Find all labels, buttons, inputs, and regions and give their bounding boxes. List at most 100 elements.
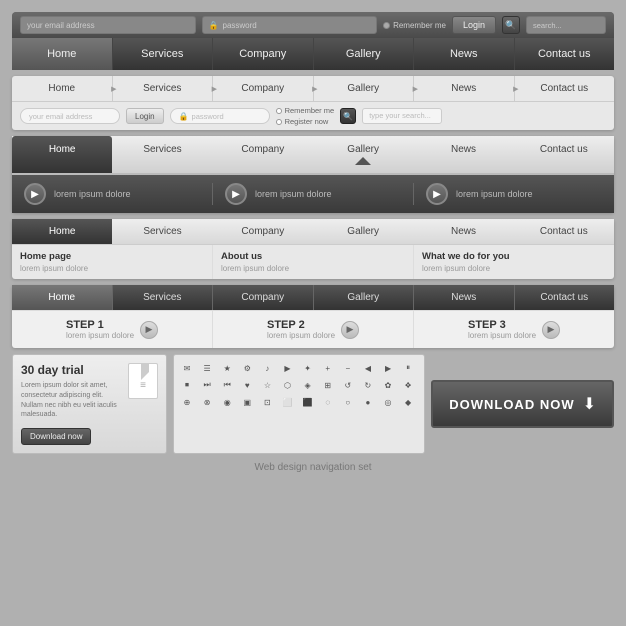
login-button-2[interactable]: Login [126,108,164,124]
password-input-2[interactable]: 🔒 password [170,108,270,124]
nav2-item-news[interactable]: News [414,76,515,101]
remember-radio-2[interactable] [276,108,282,114]
icon-cell-9[interactable]: ◀ [361,361,375,375]
nav4-item-home[interactable]: Home [12,219,112,244]
trial-download-button[interactable]: Download now [21,428,91,445]
nav3-item-company[interactable]: Company [213,136,313,173]
icon-cell-17[interactable]: ⬡ [281,378,295,392]
icon-cell-20[interactable]: ↺ [341,378,355,392]
icon-cell-13[interactable]: ⏭ [200,378,214,392]
icon-cell-6[interactable]: ✦ [301,361,315,375]
icon-cell-18[interactable]: ◈ [301,378,315,392]
submenu-item-2[interactable]: About us lorem ipsum dolore [213,245,414,279]
carousel-arrow-1[interactable]: ▶ [24,183,46,205]
step-3-title: STEP 3 [468,319,536,331]
nav3-item-home[interactable]: Home [12,136,112,173]
nav4-item-services[interactable]: Services [112,219,212,244]
icon-cell-34[interactable]: ◎ [381,395,395,409]
nav5-item-services[interactable]: Services [113,285,214,310]
icon-cell-21[interactable]: ↻ [361,378,375,392]
nav2-item-gallery[interactable]: Gallery [314,76,415,101]
nav1-item-news[interactable]: News [414,38,515,70]
nav3-item-services[interactable]: Services [112,136,212,173]
icon-cell-28[interactable]: ⊡ [260,395,274,409]
nav1-item-gallery[interactable]: Gallery [314,38,415,70]
step-2-arrow[interactable]: ▶ [341,321,359,339]
icon-cell-1[interactable]: ☰ [200,361,214,375]
email-input-1[interactable]: your email address [20,16,196,34]
step-1[interactable]: STEP 1 lorem ipsum dolore ▶ [12,311,213,348]
step-2[interactable]: STEP 2 lorem ipsum dolore ▶ [213,311,414,348]
nav5-item-company[interactable]: Company [213,285,314,310]
email-input-2[interactable]: your email address [20,108,120,124]
nav3-item-news[interactable]: News [413,136,513,173]
icon-cell-5[interactable]: ▶ [281,361,295,375]
nav5-item-home[interactable]: Home [12,285,113,310]
icon-cell-19[interactable]: ⊞ [321,378,335,392]
navbar-4-submenu: Home page lorem ipsum dolore About us lo… [12,244,614,279]
nav2-item-home[interactable]: Home [12,76,113,101]
icon-cell-25[interactable]: ⊗ [200,395,214,409]
step-1-arrow[interactable]: ▶ [140,321,158,339]
icon-cell-7[interactable]: + [321,361,335,375]
icon-cell-23[interactable]: ❖ [401,378,415,392]
nav3-item-contact[interactable]: Contact us [514,136,614,173]
search-button-2[interactable]: 🔍 [340,108,356,124]
nav4-item-company[interactable]: Company [213,219,313,244]
carousel-arrow-2[interactable]: ▶ [225,183,247,205]
nav2-item-contact[interactable]: Contact us [515,76,615,101]
submenu-title-2: About us [221,251,405,262]
nav4-item-contact[interactable]: Contact us [514,219,614,244]
icon-cell-35[interactable]: ◆ [401,395,415,409]
icon-cell-16[interactable]: ☆ [260,378,274,392]
icon-cell-12[interactable]: ⏹ [180,378,194,392]
nav2-item-company[interactable]: Company [213,76,314,101]
nav5-item-contact[interactable]: Contact us [515,285,615,310]
icon-cell-22[interactable]: ✿ [381,378,395,392]
icon-cell-3[interactable]: ⚙ [240,361,254,375]
nav1-item-home[interactable]: Home [12,38,113,70]
download-now-button[interactable]: DOWNLOAD NOW ⬇ [431,380,614,428]
icon-cell-26[interactable]: ◉ [220,395,234,409]
nav3-item-gallery[interactable]: Gallery [313,136,413,173]
password-input-1[interactable]: 🔒 password [202,16,378,34]
remember-label-1: Remember me [393,21,446,30]
icon-cell-32[interactable]: ○ [341,395,355,409]
remember-radio[interactable] [383,22,390,29]
trial-title: 30 day trial [21,363,118,377]
nav1-item-services[interactable]: Services [113,38,214,70]
nav4-item-news[interactable]: News [413,219,513,244]
icon-cell-27[interactable]: ▣ [240,395,254,409]
nav5-item-news[interactable]: News [414,285,515,310]
step-3-desc: lorem ipsum dolore [468,331,536,340]
icon-cell-4[interactable]: ♪ [260,361,274,375]
icon-cell-2[interactable]: ★ [220,361,234,375]
step-3[interactable]: STEP 3 lorem ipsum dolore ▶ [414,311,614,348]
step-3-arrow[interactable]: ▶ [542,321,560,339]
submenu-item-1[interactable]: Home page lorem ipsum dolore [12,245,213,279]
login-button-1[interactable]: Login [452,16,496,34]
icon-cell-24[interactable]: ⊕ [180,395,194,409]
icon-cell-33[interactable]: ● [361,395,375,409]
carousel-arrow-3[interactable]: ▶ [426,183,448,205]
nav2-item-services[interactable]: Services [113,76,214,101]
nav1-item-contact[interactable]: Contact us [515,38,615,70]
submenu-title-1: Home page [20,251,204,262]
icon-cell-8[interactable]: − [341,361,355,375]
search-input-2[interactable]: type your search... [362,108,442,124]
search-button-1[interactable]: 🔍 [502,16,520,34]
search-input-1[interactable]: search... [526,16,606,34]
icon-cell-14[interactable]: ⏮ [220,378,234,392]
icon-cell-15[interactable]: ♥ [240,378,254,392]
icon-cell-0[interactable]: ✉ [180,361,194,375]
icon-cell-30[interactable]: ⬛ [301,395,315,409]
nav4-item-gallery[interactable]: Gallery [313,219,413,244]
icon-cell-29[interactable]: ⬜ [281,395,295,409]
icon-cell-31[interactable]: ◌ [321,395,335,409]
icon-cell-10[interactable]: ▶ [381,361,395,375]
nav1-item-company[interactable]: Company [213,38,314,70]
nav5-item-gallery[interactable]: Gallery [314,285,415,310]
submenu-item-3[interactable]: What we do for you lorem ipsum dolore [414,245,614,279]
icon-cell-11[interactable]: ⏸ [401,361,415,375]
register-radio[interactable] [276,119,282,125]
